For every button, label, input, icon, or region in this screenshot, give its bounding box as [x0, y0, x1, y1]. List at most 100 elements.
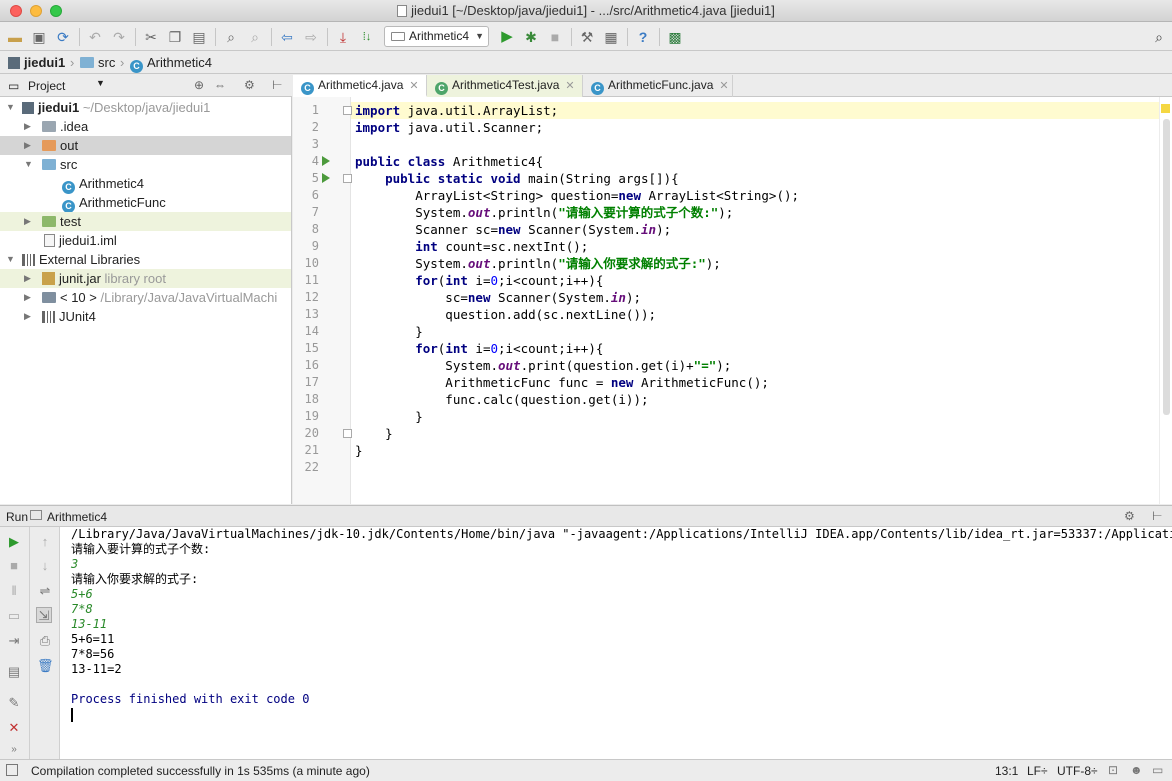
- fold-icon[interactable]: [343, 174, 352, 183]
- trash-icon[interactable]: 🗑: [37, 658, 54, 674]
- chevron-down-icon[interactable]: ▼: [6, 98, 15, 117]
- run-configuration-select[interactable]: Arithmetic4 ▼: [384, 26, 489, 47]
- close-icon[interactable]: ✕: [6, 720, 22, 736]
- save-icon[interactable]: ▣: [30, 28, 48, 46]
- hide-panel-icon[interactable]: ⊢: [272, 78, 282, 92]
- tab-arithmetic4[interactable]: C Arithmetic4.java ✕: [293, 75, 427, 97]
- tree-item-idea[interactable]: ▶ .idea: [0, 117, 291, 136]
- code-line: int count=sc.nextInt();: [415, 239, 589, 254]
- scroll-from-source-icon[interactable]: ⊕: [194, 78, 204, 92]
- line-number: 14: [304, 324, 319, 338]
- chevron-down-icon[interactable]: ▼: [6, 250, 15, 269]
- inspector-icon[interactable]: ☻: [1130, 763, 1143, 777]
- run-tab-arithmetic4[interactable]: Arithmetic4: [47, 510, 107, 524]
- breadcrumb-src[interactable]: src: [80, 55, 115, 70]
- find-icon[interactable]: ⌕: [222, 28, 240, 46]
- hide-panel-icon[interactable]: ⊢: [1152, 509, 1162, 523]
- open-icon[interactable]: ▬: [6, 28, 24, 46]
- vcs-icon[interactable]: ▩: [666, 28, 684, 46]
- chevron-right-icon[interactable]: ▶: [24, 307, 31, 326]
- chevron-right-icon[interactable]: ▶: [24, 117, 31, 136]
- tab-arithmetic4test[interactable]: C Arithmetic4Test.java ✕: [427, 75, 583, 97]
- more-icon[interactable]: »: [6, 742, 22, 758]
- replace-icon[interactable]: ⌕: [246, 28, 264, 46]
- print-icon[interactable]: ⎙: [37, 633, 53, 649]
- tree-item-external-libraries[interactable]: ▼ External Libraries: [0, 250, 291, 269]
- tree-item-junit4[interactable]: ▶ JUnit4: [0, 307, 291, 326]
- breadcrumb-class[interactable]: C Arithmetic4: [130, 55, 212, 73]
- console-output[interactable]: [60, 527, 1172, 759]
- tab-arithmeticfunc[interactable]: C ArithmeticFunc.java ✕: [583, 75, 733, 97]
- tree-item-arithmeticfunc[interactable]: C ArithmeticFunc: [0, 193, 291, 213]
- help-icon[interactable]: ?: [634, 28, 652, 46]
- chevron-down-icon[interactable]: ▼: [24, 155, 33, 174]
- layout-icon[interactable]: ▤: [6, 664, 22, 680]
- scrollbar-thumb[interactable]: [1163, 119, 1170, 415]
- soft-wrap-icon[interactable]: ⇌: [37, 583, 53, 599]
- chevron-right-icon[interactable]: ▶: [24, 136, 31, 155]
- search-icon[interactable]: ⌕: [1150, 28, 1168, 46]
- tree-item-junit-jar[interactable]: ▶ junit.jar library root: [0, 269, 291, 288]
- tree-item-jiedui1[interactable]: ▼ jiedui1 ~/Desktop/java/jiedui1: [0, 98, 291, 117]
- stop-icon[interactable]: ■: [546, 28, 564, 46]
- sdk-icon[interactable]: ▦: [602, 28, 620, 46]
- build-icon[interactable]: ⤓: [334, 28, 352, 46]
- console-input-line: 3: [71, 557, 79, 571]
- dump-threads-icon[interactable]: ▭: [6, 608, 22, 624]
- lock-icon[interactable]: ⊡: [1108, 763, 1118, 777]
- tree-item-iml[interactable]: jiedui1.iml: [0, 231, 291, 250]
- close-icon[interactable]: ✕: [565, 80, 574, 92]
- paste-icon[interactable]: ▤: [190, 28, 208, 46]
- chevron-right-icon[interactable]: ▶: [24, 269, 31, 288]
- scroll-to-end-icon[interactable]: ⇲: [36, 607, 52, 623]
- close-icon[interactable]: ✕: [719, 80, 728, 92]
- close-icon[interactable]: ✕: [409, 80, 418, 92]
- fold-icon[interactable]: [343, 106, 352, 115]
- build-config-icon[interactable]: ⁞↓: [358, 28, 376, 46]
- sync-icon[interactable]: ⟳: [54, 28, 72, 46]
- debug-icon[interactable]: ✱: [522, 28, 540, 46]
- console-line: /Library/Java/JavaVirtualMachines/jdk-10…: [71, 527, 1172, 541]
- editor-scrollbar[interactable]: [1159, 97, 1172, 504]
- exit-icon[interactable]: ⇥: [6, 633, 22, 649]
- tree-item-out[interactable]: ▶ out: [0, 136, 291, 155]
- pin-icon[interactable]: ✎: [6, 695, 22, 711]
- gear-icon[interactable]: ⚙: [1124, 509, 1135, 523]
- project-view-select[interactable]: Project: [28, 79, 65, 93]
- copy-icon[interactable]: ❐: [166, 28, 184, 46]
- stop-icon[interactable]: ■: [6, 558, 22, 574]
- line-number: 11: [304, 273, 319, 287]
- run-class-icon[interactable]: [322, 156, 330, 166]
- cut-icon[interactable]: ✂: [142, 28, 160, 46]
- file-encoding[interactable]: UTF-8÷: [1057, 764, 1098, 778]
- chevron-right-icon[interactable]: ▶: [24, 212, 31, 231]
- project-structure-icon[interactable]: ⚒: [578, 28, 596, 46]
- line-number: 18: [304, 392, 319, 406]
- chevron-down-icon[interactable]: ▼: [96, 78, 105, 88]
- tree-item-jdk[interactable]: ▶ < 10 > /Library/Java/JavaVirtualMachi: [0, 288, 291, 307]
- caret-position[interactable]: 13:1: [995, 764, 1018, 778]
- line-number: 5: [311, 171, 319, 185]
- undo-icon[interactable]: ↶: [86, 28, 104, 46]
- arrow-up-icon[interactable]: ↑: [37, 534, 53, 550]
- forward-icon[interactable]: ⇨: [302, 28, 320, 46]
- back-icon[interactable]: ⇦: [278, 28, 296, 46]
- gear-icon[interactable]: ⚙: [244, 78, 255, 92]
- fold-icon[interactable]: [343, 429, 352, 438]
- line-separator[interactable]: LF÷: [1027, 764, 1048, 778]
- rerun-icon[interactable]: ▶: [6, 534, 22, 550]
- breadcrumb-project[interactable]: jiedui1: [8, 55, 65, 70]
- tree-item-src[interactable]: ▼ src: [0, 155, 291, 174]
- tree-item-arithmetic4[interactable]: C Arithmetic4: [0, 174, 291, 194]
- pause-icon[interactable]: ‖: [6, 583, 22, 599]
- arrow-down-icon[interactable]: ↓: [37, 558, 53, 574]
- run-icon[interactable]: ▶: [498, 28, 516, 46]
- collapse-all-icon[interactable]: ⇔: [214, 78, 226, 92]
- status-bar: Compilation completed successfully in 1s…: [0, 759, 1172, 781]
- run-main-icon[interactable]: [322, 173, 330, 183]
- tree-item-test[interactable]: ▶ test: [0, 212, 291, 231]
- tool-windows-icon[interactable]: [6, 764, 18, 776]
- redo-icon[interactable]: ↷: [110, 28, 128, 46]
- event-log-icon[interactable]: ▭: [1152, 763, 1163, 777]
- chevron-right-icon[interactable]: ▶: [24, 288, 31, 307]
